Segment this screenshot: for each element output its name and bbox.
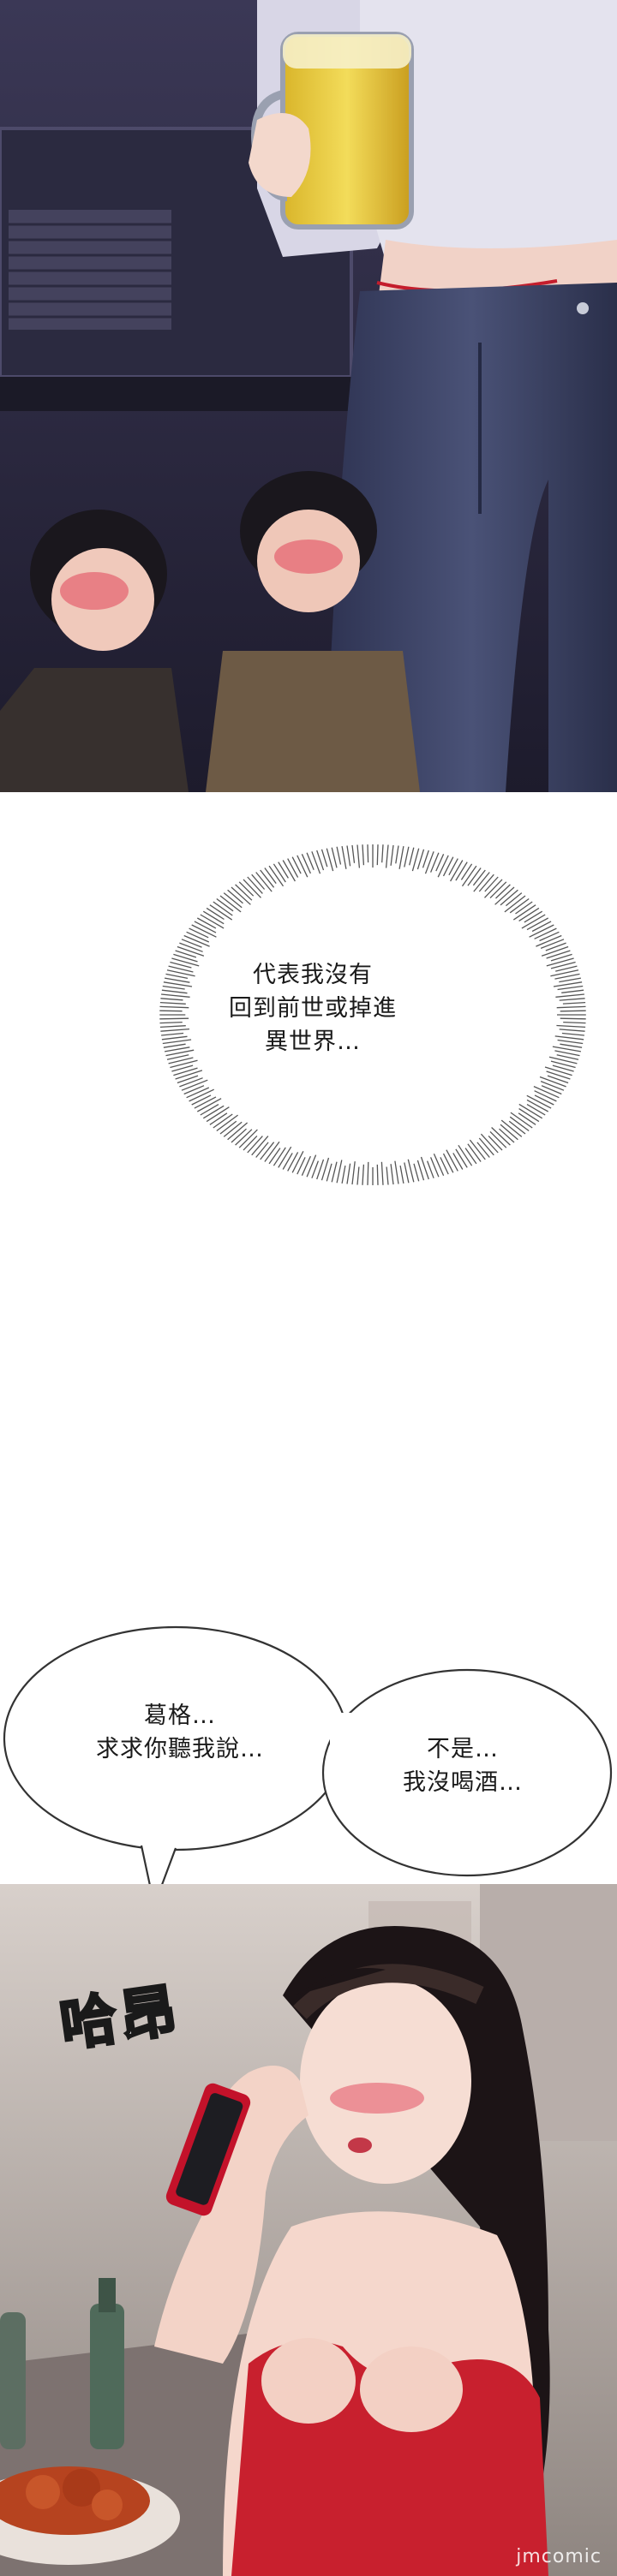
- speech-bubble-right-text: 不是… 我沒喝酒…: [368, 1732, 557, 1799]
- thought-bubble-spike: [560, 1017, 586, 1020]
- speech-bubble-left-text: 葛格… 求求你聽我說…: [51, 1699, 308, 1766]
- speech-left-line-1: 葛格…: [144, 1702, 216, 1729]
- thought-bubble-spike: [159, 1017, 189, 1020]
- speech-left-line-2: 求求你聽我說…: [96, 1736, 264, 1762]
- thought-line-3: 異世界…: [265, 1029, 361, 1055]
- top-comic-panel: [0, 0, 617, 792]
- thought-bubble-spike: [376, 844, 379, 866]
- thought-bubble-text: 代表我沒有 回到前世或掉進 異世界…: [214, 958, 411, 1058]
- thought-line-2: 回到前世或掉進: [229, 995, 397, 1022]
- thought-line-1: 代表我沒有: [253, 962, 373, 988]
- thought-bubble-spike: [376, 1164, 379, 1185]
- top-panel-illustration: [0, 0, 617, 792]
- watermark-text: jmcomic: [516, 2546, 602, 2567]
- speech-right-line-2: 我沒喝酒…: [403, 1769, 523, 1796]
- speech-right-line-1: 不是…: [427, 1736, 499, 1762]
